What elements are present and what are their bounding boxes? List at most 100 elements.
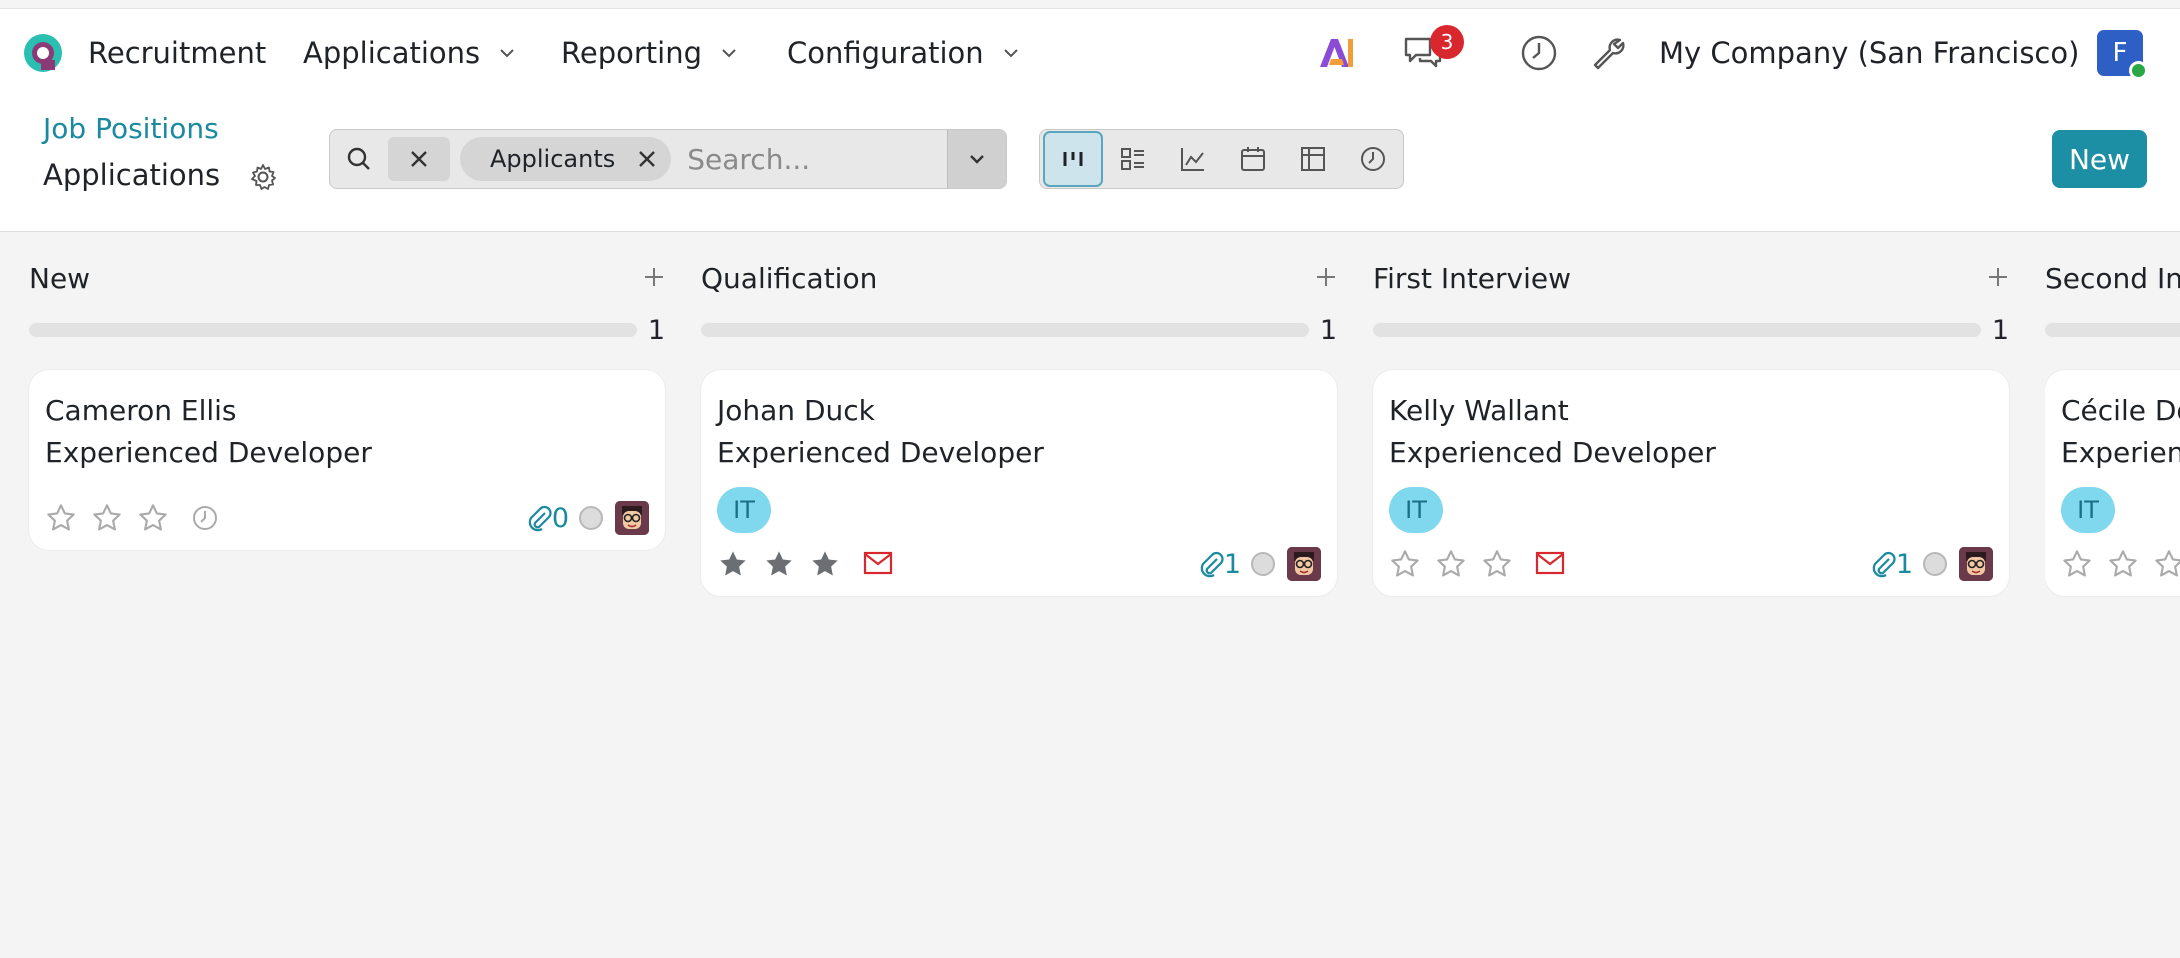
plus-icon [1315, 266, 1337, 288]
menu-applications[interactable]: Applications [303, 9, 516, 97]
avatar[interactable] [1287, 547, 1321, 581]
attachments[interactable]: 0 [526, 503, 569, 534]
app-name[interactable]: Recruitment [88, 9, 266, 97]
column-title[interactable]: First Interview [1373, 262, 1571, 295]
column-title[interactable]: Second Interview [2045, 262, 2180, 295]
menu-applications-label: Applications [303, 36, 481, 70]
column-count: 1 [1319, 315, 1337, 346]
chevron-down-icon [720, 47, 738, 59]
kanban-column: Second Interview Cécile Dool Experienced… [2045, 232, 2180, 652]
attachments[interactable]: 1 [1198, 549, 1241, 580]
app-logo-icon[interactable] [22, 9, 64, 97]
view-activity-button[interactable] [1343, 131, 1403, 187]
search-options-toggle[interactable] [947, 130, 1006, 188]
messages-badge: 3 [1430, 25, 1464, 59]
mail-icon[interactable] [863, 550, 893, 576]
column-add-button[interactable] [1315, 266, 1337, 292]
star-empty-icon[interactable] [1481, 548, 1513, 580]
company-switcher[interactable]: My Company (San Francisco) [1659, 9, 2079, 97]
mail-icon[interactable] [1535, 550, 1565, 576]
graph-icon [1179, 145, 1207, 173]
kanban-card[interactable]: Cameron Ellis Experienced Developer 0 [29, 370, 665, 550]
column-progress-bar [29, 323, 637, 337]
column-title[interactable]: New [29, 262, 90, 295]
column-progress-bar [701, 323, 1309, 337]
column-add-button[interactable] [643, 266, 665, 292]
remove-facet-button[interactable] [637, 149, 657, 169]
view-calendar-button[interactable] [1223, 131, 1283, 187]
paperclip-icon [1870, 550, 1896, 578]
menu-reporting[interactable]: Reporting [561, 9, 738, 97]
kanban-state-indicator[interactable] [1251, 552, 1275, 576]
kanban-card[interactable]: Kelly Wallant Experienced Developer IT 1 [1373, 370, 2009, 596]
gear-icon[interactable] [248, 162, 278, 196]
star-empty-icon[interactable] [91, 502, 123, 534]
search-input[interactable] [687, 142, 928, 176]
top-navbar: Recruitment Applications Reporting Confi… [0, 8, 2180, 96]
job-title: Experienced Developer [717, 436, 1044, 469]
applicant-name: Cécile Dool [2061, 394, 2180, 427]
star-empty-icon[interactable] [45, 502, 77, 534]
chevron-down-icon [1002, 47, 1020, 59]
chat-button[interactable]: 3 [1402, 9, 1464, 97]
star-empty-icon[interactable] [2107, 548, 2139, 580]
search-facet: Applicants [460, 137, 672, 181]
view-pivot-button[interactable] [1283, 131, 1343, 187]
star-empty-icon[interactable] [1389, 548, 1421, 580]
card-footer-right: 1 [1870, 547, 1993, 581]
pivot-icon [1299, 145, 1327, 173]
clock-icon[interactable] [1520, 9, 1558, 97]
menu-configuration[interactable]: Configuration [787, 9, 1020, 97]
user-menu[interactable]: F [2097, 9, 2148, 97]
plus-icon [1987, 266, 2009, 288]
calendar-icon [1239, 145, 1267, 173]
clock-icon [1359, 145, 1387, 173]
star-filled-icon[interactable] [717, 548, 749, 580]
tag-badge: IT [717, 487, 771, 533]
attachment-count: 0 [551, 502, 569, 534]
kanban-state-indicator[interactable] [579, 506, 603, 530]
view-kanban-button[interactable] [1043, 131, 1103, 187]
kanban-state-indicator[interactable] [1923, 552, 1947, 576]
job-title: Experienced Developer [2061, 436, 2180, 469]
view-graph-button[interactable] [1163, 131, 1223, 187]
plus-icon [643, 266, 665, 288]
star-filled-icon[interactable] [809, 548, 841, 580]
star-empty-icon[interactable] [1435, 548, 1467, 580]
kanban-icon [1060, 146, 1086, 172]
applicant-name: Kelly Wallant [1389, 394, 1569, 427]
search-icon[interactable] [330, 130, 388, 188]
column-add-button[interactable] [1987, 266, 2009, 292]
star-empty-icon[interactable] [2061, 548, 2093, 580]
kanban-card[interactable]: Cécile Dool Experienced Developer IT [2045, 370, 2180, 596]
view-switcher [1039, 129, 1404, 189]
list-icon [1119, 145, 1147, 173]
avatar-initial: F [2112, 38, 2128, 68]
star-filled-icon[interactable] [763, 548, 795, 580]
paperclip-icon [1198, 550, 1224, 578]
priority-stars[interactable] [2061, 548, 2180, 580]
wrench-icon[interactable] [1590, 9, 1628, 97]
priority-stars[interactable] [1389, 548, 1513, 580]
attachments[interactable]: 1 [1870, 549, 1913, 580]
breadcrumb-job-positions[interactable]: Job Positions [43, 112, 219, 145]
attachment-count: 1 [1895, 548, 1913, 580]
avatar[interactable] [1959, 547, 1993, 581]
view-list-button[interactable] [1103, 131, 1163, 187]
ai-icon[interactable] [1316, 9, 1356, 97]
clear-filter-button[interactable] [388, 137, 450, 181]
control-panel: Job Positions Applications Applicants Se… [0, 96, 2180, 232]
activity-clock-icon[interactable] [191, 504, 219, 532]
column-title[interactable]: Qualification [701, 262, 877, 295]
new-button[interactable]: New [2052, 130, 2147, 188]
menu-configuration-label: Configuration [787, 36, 984, 70]
avatar: F [2097, 30, 2148, 80]
job-title: Experienced Developer [1389, 436, 1716, 469]
column-progress-bar [1373, 323, 1981, 337]
kanban-card[interactable]: Johan Duck Experienced Developer IT 1 [701, 370, 1337, 596]
priority-stars[interactable] [45, 502, 169, 534]
star-empty-icon[interactable] [2153, 548, 2180, 580]
star-empty-icon[interactable] [137, 502, 169, 534]
avatar[interactable] [615, 501, 649, 535]
priority-stars[interactable] [717, 548, 841, 580]
